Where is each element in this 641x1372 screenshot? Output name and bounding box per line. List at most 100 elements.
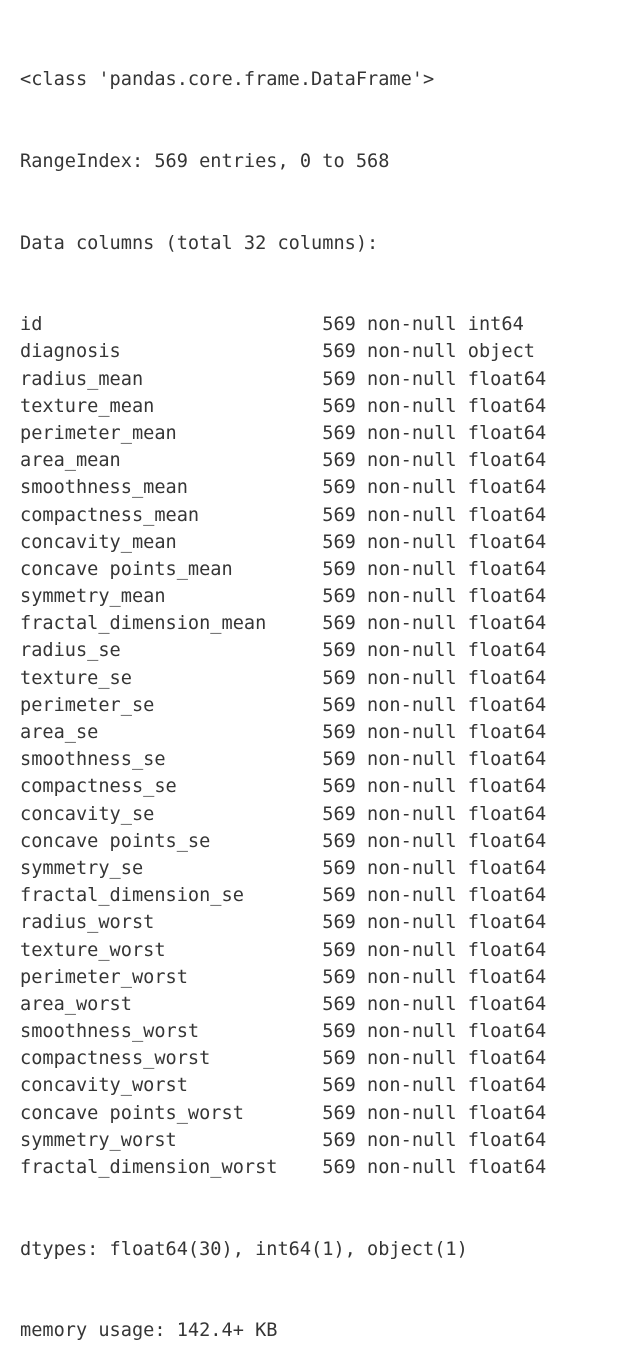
column-null-label: non-null (355, 966, 468, 988)
column-null-label: non-null (355, 395, 468, 417)
column-non-null-count: 569 (322, 912, 356, 934)
dataframe-info-output: <class 'pandas.core.frame.DataFrame'> Ra… (0, 0, 641, 1341)
column-null-label: non-null (355, 1021, 468, 1043)
column-non-null-count: 569 (322, 1075, 356, 1097)
column-non-null-count: 569 (322, 830, 356, 852)
column-info-row: concavity_mean 569 non-null float64 (20, 529, 641, 556)
column-non-null-count: 569 (322, 939, 356, 961)
column-dtype: object (467, 341, 535, 363)
column-info-row: smoothness_se 569 non-null float64 (20, 746, 641, 773)
column-name: perimeter_se (20, 694, 323, 716)
column-non-null-count: 569 (322, 422, 356, 444)
memory-usage-line: memory usage: 142.4+ KB (20, 1320, 278, 1342)
column-name: texture_mean (20, 395, 323, 417)
column-name: smoothness_mean (20, 477, 323, 499)
column-name: concavity_worst (20, 1075, 323, 1097)
column-non-null-count: 569 (322, 395, 356, 417)
column-dtype: int64 (467, 314, 524, 336)
column-null-label: non-null (355, 912, 468, 934)
column-info-row: fractal_dimension_se 569 non-null float6… (20, 882, 641, 909)
column-dtype: float64 (467, 558, 547, 580)
column-dtype: float64 (467, 722, 547, 743)
column-non-null-count: 569 (322, 722, 356, 743)
column-name: radius_mean (20, 368, 323, 390)
column-non-null-count: 569 (322, 694, 356, 716)
column-info-row: radius_mean 569 non-null float64 (20, 366, 641, 393)
column-name: smoothness_worst (20, 1021, 323, 1043)
column-null-label: non-null (355, 722, 468, 743)
column-non-null-count: 569 (322, 993, 356, 1015)
column-null-label: non-null (355, 830, 468, 852)
column-dtype: float64 (467, 776, 547, 798)
column-info-row: concavity_worst 569 non-null float64 (20, 1072, 641, 1099)
column-name: compactness_mean (20, 504, 323, 526)
column-dtype: float64 (467, 586, 547, 608)
column-non-null-count: 569 (322, 1048, 356, 1070)
column-non-null-count: 569 (322, 1102, 356, 1124)
column-info-row: perimeter_worst 569 non-null float64 (20, 964, 641, 991)
column-name: perimeter_worst (20, 966, 323, 988)
column-name: compactness_worst (20, 1048, 323, 1070)
column-dtype: float64 (467, 613, 547, 635)
column-dtype: float64 (467, 422, 547, 444)
column-non-null-count: 569 (322, 341, 356, 363)
column-null-label: non-null (355, 1048, 468, 1070)
column-info-row: symmetry_worst 569 non-null float64 (20, 1127, 641, 1154)
column-info-row: concave points_worst 569 non-null float6… (20, 1100, 641, 1127)
column-dtype: float64 (467, 912, 547, 934)
column-dtype: float64 (467, 1048, 547, 1070)
column-non-null-count: 569 (322, 613, 356, 635)
column-info-row: texture_mean 569 non-null float64 (20, 393, 641, 420)
column-non-null-count: 569 (322, 1129, 356, 1151)
column-non-null-count: 569 (322, 640, 356, 662)
column-non-null-count: 569 (322, 558, 356, 580)
column-dtype: float64 (467, 885, 547, 907)
column-name: texture_se (20, 667, 323, 689)
column-null-label: non-null (355, 1075, 468, 1097)
column-dtype: float64 (467, 939, 547, 961)
column-non-null-count: 569 (322, 477, 356, 499)
column-info-row: compactness_se 569 non-null float64 (20, 773, 641, 800)
column-dtype: float64 (467, 694, 547, 716)
column-null-label: non-null (355, 1102, 468, 1124)
column-info-row: radius_worst 569 non-null float64 (20, 909, 641, 936)
column-non-null-count: 569 (322, 531, 356, 553)
column-info-row: perimeter_mean 569 non-null float64 (20, 420, 641, 447)
column-info-row: symmetry_se 569 non-null float64 (20, 855, 641, 882)
dtypes-line: dtypes: float64(30), int64(1), object(1) (20, 1238, 468, 1260)
column-name: fractal_dimension_mean (20, 613, 323, 635)
column-info-row: concave points_se 569 non-null float64 (20, 828, 641, 855)
column-null-label: non-null (355, 314, 468, 336)
column-null-label: non-null (355, 531, 468, 553)
column-dtype: float64 (467, 1102, 547, 1124)
column-null-label: non-null (355, 857, 468, 879)
column-name: symmetry_worst (20, 1129, 323, 1151)
column-info-row: texture_se 569 non-null float64 (20, 665, 641, 692)
column-name: concavity_se (20, 803, 323, 825)
column-dtype: float64 (467, 830, 547, 852)
column-name: area_mean (20, 450, 323, 472)
column-null-label: non-null (355, 341, 468, 363)
column-name: symmetry_mean (20, 586, 323, 608)
column-dtype: float64 (467, 531, 547, 553)
column-name: smoothness_se (20, 749, 323, 771)
data-columns-header: Data columns (total 32 columns): (20, 232, 379, 254)
column-dtype: float64 (467, 1021, 547, 1043)
column-name: symmetry_se (20, 857, 323, 879)
column-dtype: float64 (467, 857, 547, 879)
column-null-label: non-null (355, 694, 468, 716)
column-dtype: float64 (467, 1157, 547, 1178)
column-name: concave points_mean (20, 558, 323, 580)
column-name: compactness_se (20, 776, 323, 798)
column-non-null-count: 569 (322, 966, 356, 988)
column-non-null-count: 569 (322, 667, 356, 689)
column-info-row: compactness_mean 569 non-null float64 (20, 502, 641, 529)
column-dtype: float64 (467, 450, 547, 472)
column-dtype: float64 (467, 640, 547, 662)
column-null-label: non-null (355, 993, 468, 1015)
column-dtype: float64 (467, 667, 547, 689)
column-name: concave points_worst (20, 1102, 323, 1124)
column-name: area_se (20, 722, 323, 743)
column-info-row: area_mean 569 non-null float64 (20, 447, 641, 474)
column-name: area_worst (20, 993, 323, 1015)
